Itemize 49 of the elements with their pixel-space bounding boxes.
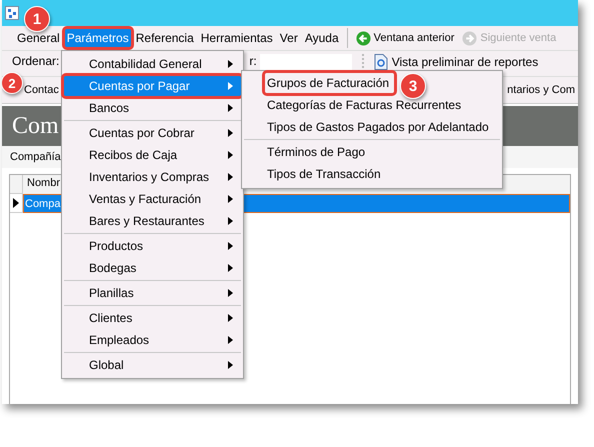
menu-item[interactable]: Términos de Pago <box>242 141 502 163</box>
menu-item[interactable]: Inventarios y Compras <box>63 166 242 188</box>
menu-item[interactable]: Contabilidad General <box>63 53 242 75</box>
submenu-arrow-icon <box>228 264 233 272</box>
app-icon <box>5 6 19 20</box>
menu-bar-item[interactable]: Ver <box>276 28 301 48</box>
search-label: r: <box>249 54 257 68</box>
nav-button[interactable]: Ventana anterior <box>352 28 458 48</box>
menu-item[interactable]: Bodegas <box>63 257 242 279</box>
menu-item[interactable]: Productos <box>63 235 242 257</box>
menu-item[interactable]: Grupos de Facturación <box>264 72 395 94</box>
menu-item[interactable]: Planillas <box>63 282 242 304</box>
document-icon <box>374 54 388 70</box>
submenu-arrow-icon <box>228 173 233 181</box>
menu-bar-item[interactable]: Herramientas <box>198 28 276 48</box>
submenu-arrow-icon <box>228 289 233 297</box>
menu-item[interactable]: Bancos <box>63 97 242 119</box>
submenu-arrow-icon <box>228 314 233 322</box>
submenu-arrow-icon <box>228 242 233 250</box>
menu-item[interactable]: Cuentas por Pagar <box>63 75 242 97</box>
grid-cell-text: Compa <box>24 198 62 210</box>
submenu-arrow-icon <box>228 217 233 225</box>
menu-item[interactable]: Clientes <box>63 307 242 329</box>
menu-bar-item[interactable]: Referencia <box>132 28 197 48</box>
menu-item[interactable]: Global <box>63 354 242 376</box>
row-pointer-icon <box>13 198 19 208</box>
submenu-arrow-icon <box>228 60 233 68</box>
submenu-arrow-icon <box>228 361 233 369</box>
menu-item[interactable]: Tipos de Gastos Pagados por Adelantado <box>242 116 502 138</box>
menu-item[interactable]: Bares y Restaurantes <box>63 210 242 232</box>
menu-item[interactable]: Empleados <box>63 329 242 351</box>
menu-item[interactable]: Tipos de Transacción <box>242 163 502 185</box>
sort-label: Ordenar: <box>12 54 60 68</box>
submenu-arrow-icon <box>228 82 233 90</box>
tab[interactable]: Compañía <box>10 151 61 163</box>
submenu-arrow-icon <box>228 151 233 159</box>
submenu-arrow-icon <box>228 129 233 137</box>
submenu-arrow-icon <box>228 336 233 344</box>
contact-label: Contac <box>24 84 59 96</box>
submenu-arrow-icon <box>228 195 233 203</box>
row-header <box>10 175 23 194</box>
menu-item[interactable]: Cuentas por Cobrar <box>63 122 242 144</box>
menu-item[interactable]: Recibos de Caja <box>63 144 242 166</box>
menu-bar-item[interactable]: Ayuda <box>302 28 342 48</box>
submenu-arrow-icon <box>228 104 233 112</box>
page-title: Com <box>12 112 59 140</box>
toolbar-button[interactable]: ntarios y Com <box>507 84 575 96</box>
menu-bar-item[interactable]: Parámetros <box>64 28 132 48</box>
column-header[interactable]: Nombr <box>23 175 64 194</box>
